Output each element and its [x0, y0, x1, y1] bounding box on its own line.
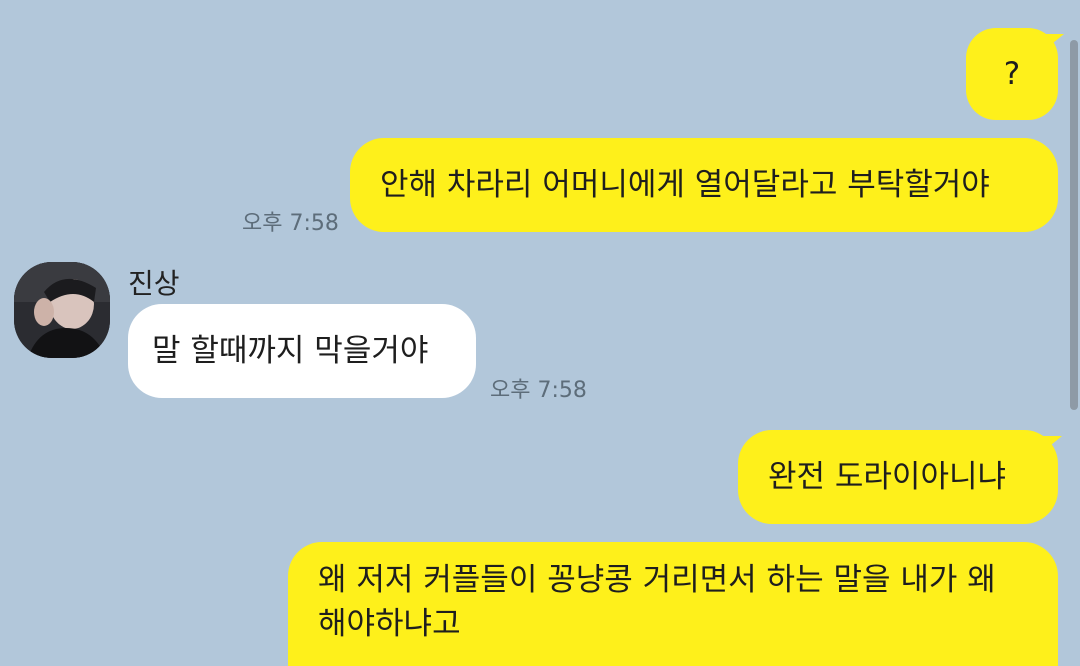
message-timestamp: 오후 7:58: [242, 211, 339, 236]
avatar[interactable]: [14, 262, 110, 358]
message-bubble-mine[interactable]: 왜 저저 커플들이 꽁냥콩 거리면서 하는 말을 내가 왜 해야하냐고: [288, 542, 1058, 666]
message-bubble-theirs[interactable]: 말 할때까지 막을거야: [128, 304, 476, 398]
sender-name: 진상: [128, 267, 180, 300]
message-text-line: 해야하냐고: [318, 606, 461, 642]
message-text: 안해 차라리 어머니에게 열어달라고 부탁할거야: [380, 167, 990, 203]
scrollbar[interactable]: [1070, 40, 1078, 410]
profile-photo-icon: [14, 262, 110, 358]
chat-area[interactable]: ? 안해 차라리 어머니에게 열어달라고 부탁할거야 오후 7:58 진상 말 …: [0, 0, 1080, 666]
message-timestamp: 오후 7:58: [490, 378, 587, 403]
message-text-line: 왜 저저 커플들이 꽁냥콩 거리면서 하는 말을 내가 왜: [318, 562, 996, 598]
message-text: ?: [1003, 56, 1021, 92]
message-bubble-mine[interactable]: 완전 도라이아니냐: [738, 430, 1058, 524]
message-bubble-mine[interactable]: ?: [966, 28, 1058, 120]
message-text: 완전 도라이아니냐: [768, 459, 1007, 495]
message-bubble-mine[interactable]: 안해 차라리 어머니에게 열어달라고 부탁할거야: [350, 138, 1058, 232]
message-text: 말 할때까지 막을거야: [152, 333, 429, 369]
